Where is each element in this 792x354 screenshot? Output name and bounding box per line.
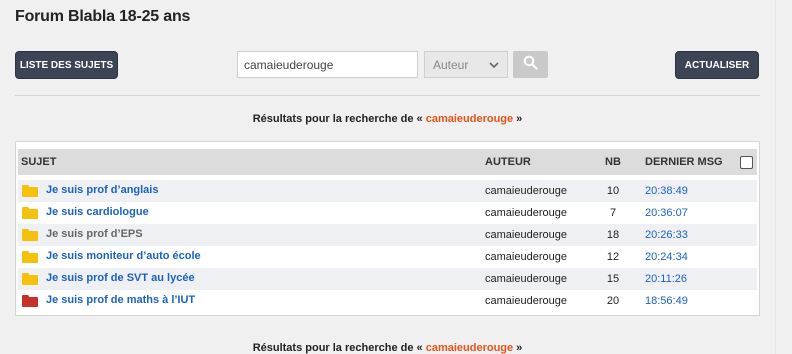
message-count: 20	[606, 295, 620, 307]
author-name: camaieuderouge	[485, 251, 567, 263]
results-suffix: »	[513, 342, 523, 354]
table-row: Je suis moniteur d’auto école camaieudero…	[18, 246, 757, 268]
search-results-label-bottom: Résultats pour la recherche de « camaieu…	[0, 342, 775, 354]
message-count: 18	[606, 229, 620, 241]
table-row: Je suis cardiologue camaieuderouge 7 20:36:…	[18, 202, 757, 224]
results-prefix: Résultats pour la recherche de «	[252, 113, 426, 125]
folder-icon	[22, 207, 38, 222]
author-name: camaieuderouge	[485, 229, 567, 241]
last-message-time[interactable]: 20:36:07	[645, 207, 688, 219]
page-title: Forum Blabla 18-25 ans	[15, 8, 191, 25]
select-all-checkbox[interactable]	[740, 156, 753, 169]
folder-icon	[22, 229, 38, 244]
table-header: SUJET AUTEUR NB DERNIER MSG	[18, 149, 757, 175]
header-author[interactable]: AUTEUR	[485, 156, 531, 168]
search-type-value: Auteur	[433, 57, 469, 72]
folder-icon	[22, 185, 38, 200]
message-count: 7	[609, 207, 617, 219]
header-last-msg[interactable]: DERNIER MSG	[645, 156, 723, 168]
author-name: camaieuderouge	[485, 273, 567, 285]
header-nb[interactable]: NB	[596, 156, 630, 168]
topic-link[interactable]: Je suis moniteur d’auto école	[46, 250, 201, 262]
search-input[interactable]	[237, 51, 418, 78]
divider	[15, 95, 760, 96]
message-count: 10	[606, 185, 620, 197]
table-row: Je suis prof de SVT au lycée camaieuderou…	[18, 268, 757, 290]
topic-link[interactable]: Je suis prof d’anglais	[46, 184, 158, 196]
results-suffix: »	[513, 113, 523, 125]
folder-icon	[22, 273, 38, 288]
search-button[interactable]	[513, 51, 548, 78]
refresh-button[interactable]: ACTUALISER	[675, 51, 759, 79]
search-icon	[523, 55, 538, 75]
results-term: camaieuderouge	[425, 113, 514, 125]
chevron-down-icon	[488, 59, 500, 74]
topic-link[interactable]: Je suis cardiologue	[46, 206, 149, 218]
author-name: camaieuderouge	[485, 185, 567, 197]
topic-link[interactable]: Je suis prof de maths à l’IUT	[46, 294, 195, 306]
results-prefix: Résultats pour la recherche de «	[252, 342, 426, 354]
last-message-time[interactable]: 20:24:34	[645, 251, 688, 263]
results-term: camaieuderouge	[425, 342, 514, 354]
message-count: 15	[606, 273, 620, 285]
scrollbar[interactable]	[775, 0, 792, 354]
last-message-time[interactable]: 20:38:49	[645, 185, 688, 197]
topic-link[interactable]: Je suis prof de SVT au lycée	[46, 272, 195, 284]
folder-icon	[22, 295, 38, 310]
last-message-time[interactable]: 20:26:33	[645, 229, 688, 241]
search-type-select[interactable]: Auteur	[424, 51, 508, 78]
header-subject[interactable]: SUJET	[21, 156, 56, 168]
topic-link[interactable]: Je suis prof d’EPS	[46, 228, 143, 240]
topic-list-button[interactable]: LISTE DES SUJETS	[15, 51, 118, 79]
table-row: Je suis prof d’EPS camaieuderouge 18 20:26:…	[18, 224, 757, 246]
message-count: 12	[606, 251, 620, 263]
search-results-label: Résultats pour la recherche de « camaieu…	[0, 113, 775, 125]
author-name: camaieuderouge	[485, 295, 567, 307]
topics-table: SUJET AUTEUR NB DERNIER MSG Je suis prof…	[15, 141, 760, 316]
forum-page: Forum Blabla 18-25 ans LISTE DES SUJETS …	[0, 0, 775, 354]
last-message-time[interactable]: 20:11:26	[645, 273, 687, 285]
folder-icon	[22, 251, 38, 266]
table-row: Je suis prof d’anglais camaieuderouge 10 20…	[18, 180, 757, 202]
table-row: Je suis prof de maths à l’IUT camaieudero…	[18, 290, 757, 312]
last-message-time[interactable]: 18:56:49	[645, 295, 688, 307]
author-name: camaieuderouge	[485, 207, 567, 219]
